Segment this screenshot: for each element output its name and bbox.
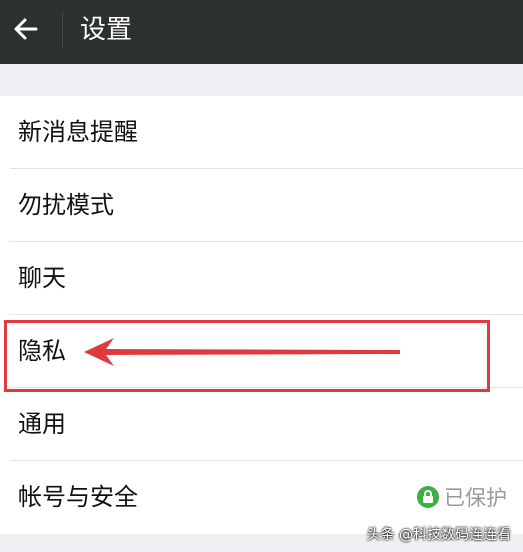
settings-item-label: 勿扰模式 (18, 191, 114, 219)
protection-status-text: 已保护 (444, 486, 507, 510)
settings-item-label: 新消息提醒 (18, 118, 138, 146)
page-title: 设置 (80, 15, 133, 45)
settings-item-new-message[interactable]: 新消息提醒 (0, 96, 523, 169)
lock-icon (417, 486, 439, 508)
settings-item-label: 通用 (18, 410, 66, 438)
settings-item-general[interactable]: 通用 (0, 388, 523, 461)
top-bar: 设置 (0, 0, 523, 64)
settings-item-chat[interactable]: 聊天 (0, 242, 523, 315)
settings-item-label: 聊天 (18, 264, 66, 292)
settings-item-label: 帐号与安全 (18, 483, 138, 511)
settings-item-do-not-disturb[interactable]: 勿扰模式 (0, 169, 523, 242)
watermark: 头条 @科技数码连连看 (366, 527, 511, 543)
red-arrow-annotation-icon (84, 338, 400, 366)
protection-status: 已保护 (417, 479, 507, 515)
settings-list: 新消息提醒 勿扰模式 聊天 隐私 通用 帐号与安全 已保护 (0, 96, 523, 534)
back-arrow-icon[interactable] (12, 15, 40, 43)
title-divider (62, 12, 63, 48)
